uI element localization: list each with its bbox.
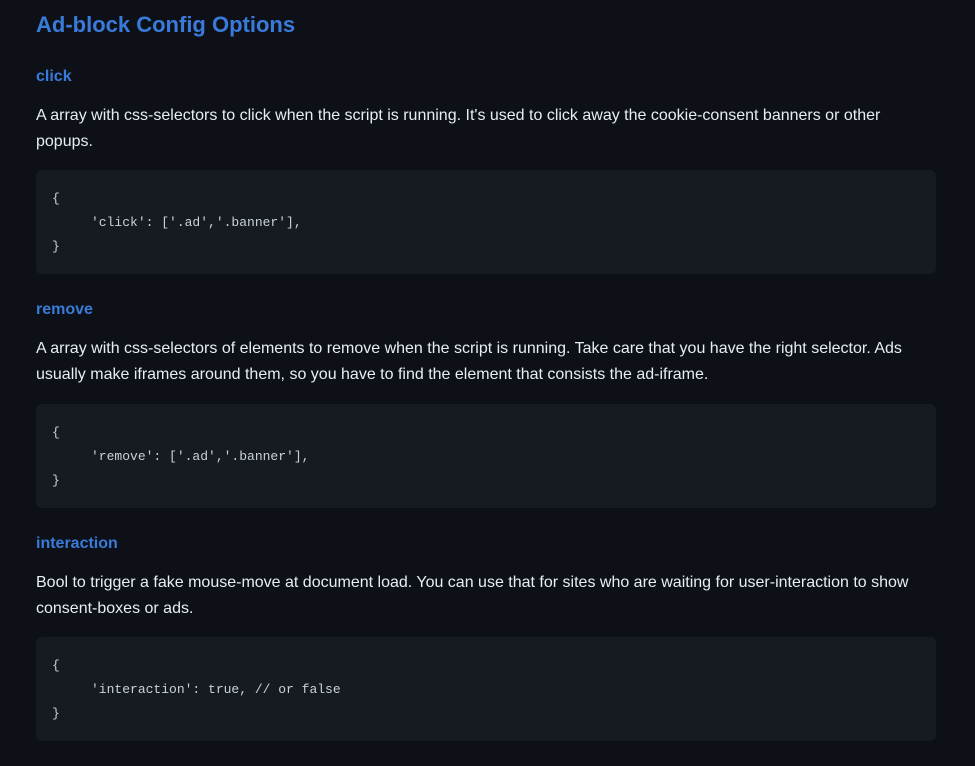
section-heading-click: click bbox=[36, 65, 936, 89]
section-heading-remove: remove bbox=[36, 298, 936, 322]
code-block-click: { 'click': ['.ad','.banner'], } bbox=[36, 170, 936, 274]
page-title: Ad-block Config Options bbox=[36, 8, 936, 41]
code-block-interaction: { 'interaction': true, // or false } bbox=[36, 637, 936, 741]
section-description-interaction: Bool to trigger a fake mouse-move at doc… bbox=[36, 570, 936, 621]
code-content-interaction: { 'interaction': true, // or false } bbox=[52, 658, 341, 721]
code-content-click: { 'click': ['.ad','.banner'], } bbox=[52, 191, 302, 254]
section-description-click: A array with css-selectors to click when… bbox=[36, 103, 936, 154]
section-heading-interaction: interaction bbox=[36, 532, 936, 556]
section-description-remove: A array with css-selectors of elements t… bbox=[36, 336, 936, 387]
code-content-remove: { 'remove': ['.ad','.banner'], } bbox=[52, 425, 309, 488]
document-content: Ad-block Config Options click A array wi… bbox=[36, 8, 936, 741]
code-block-remove: { 'remove': ['.ad','.banner'], } bbox=[36, 404, 936, 508]
